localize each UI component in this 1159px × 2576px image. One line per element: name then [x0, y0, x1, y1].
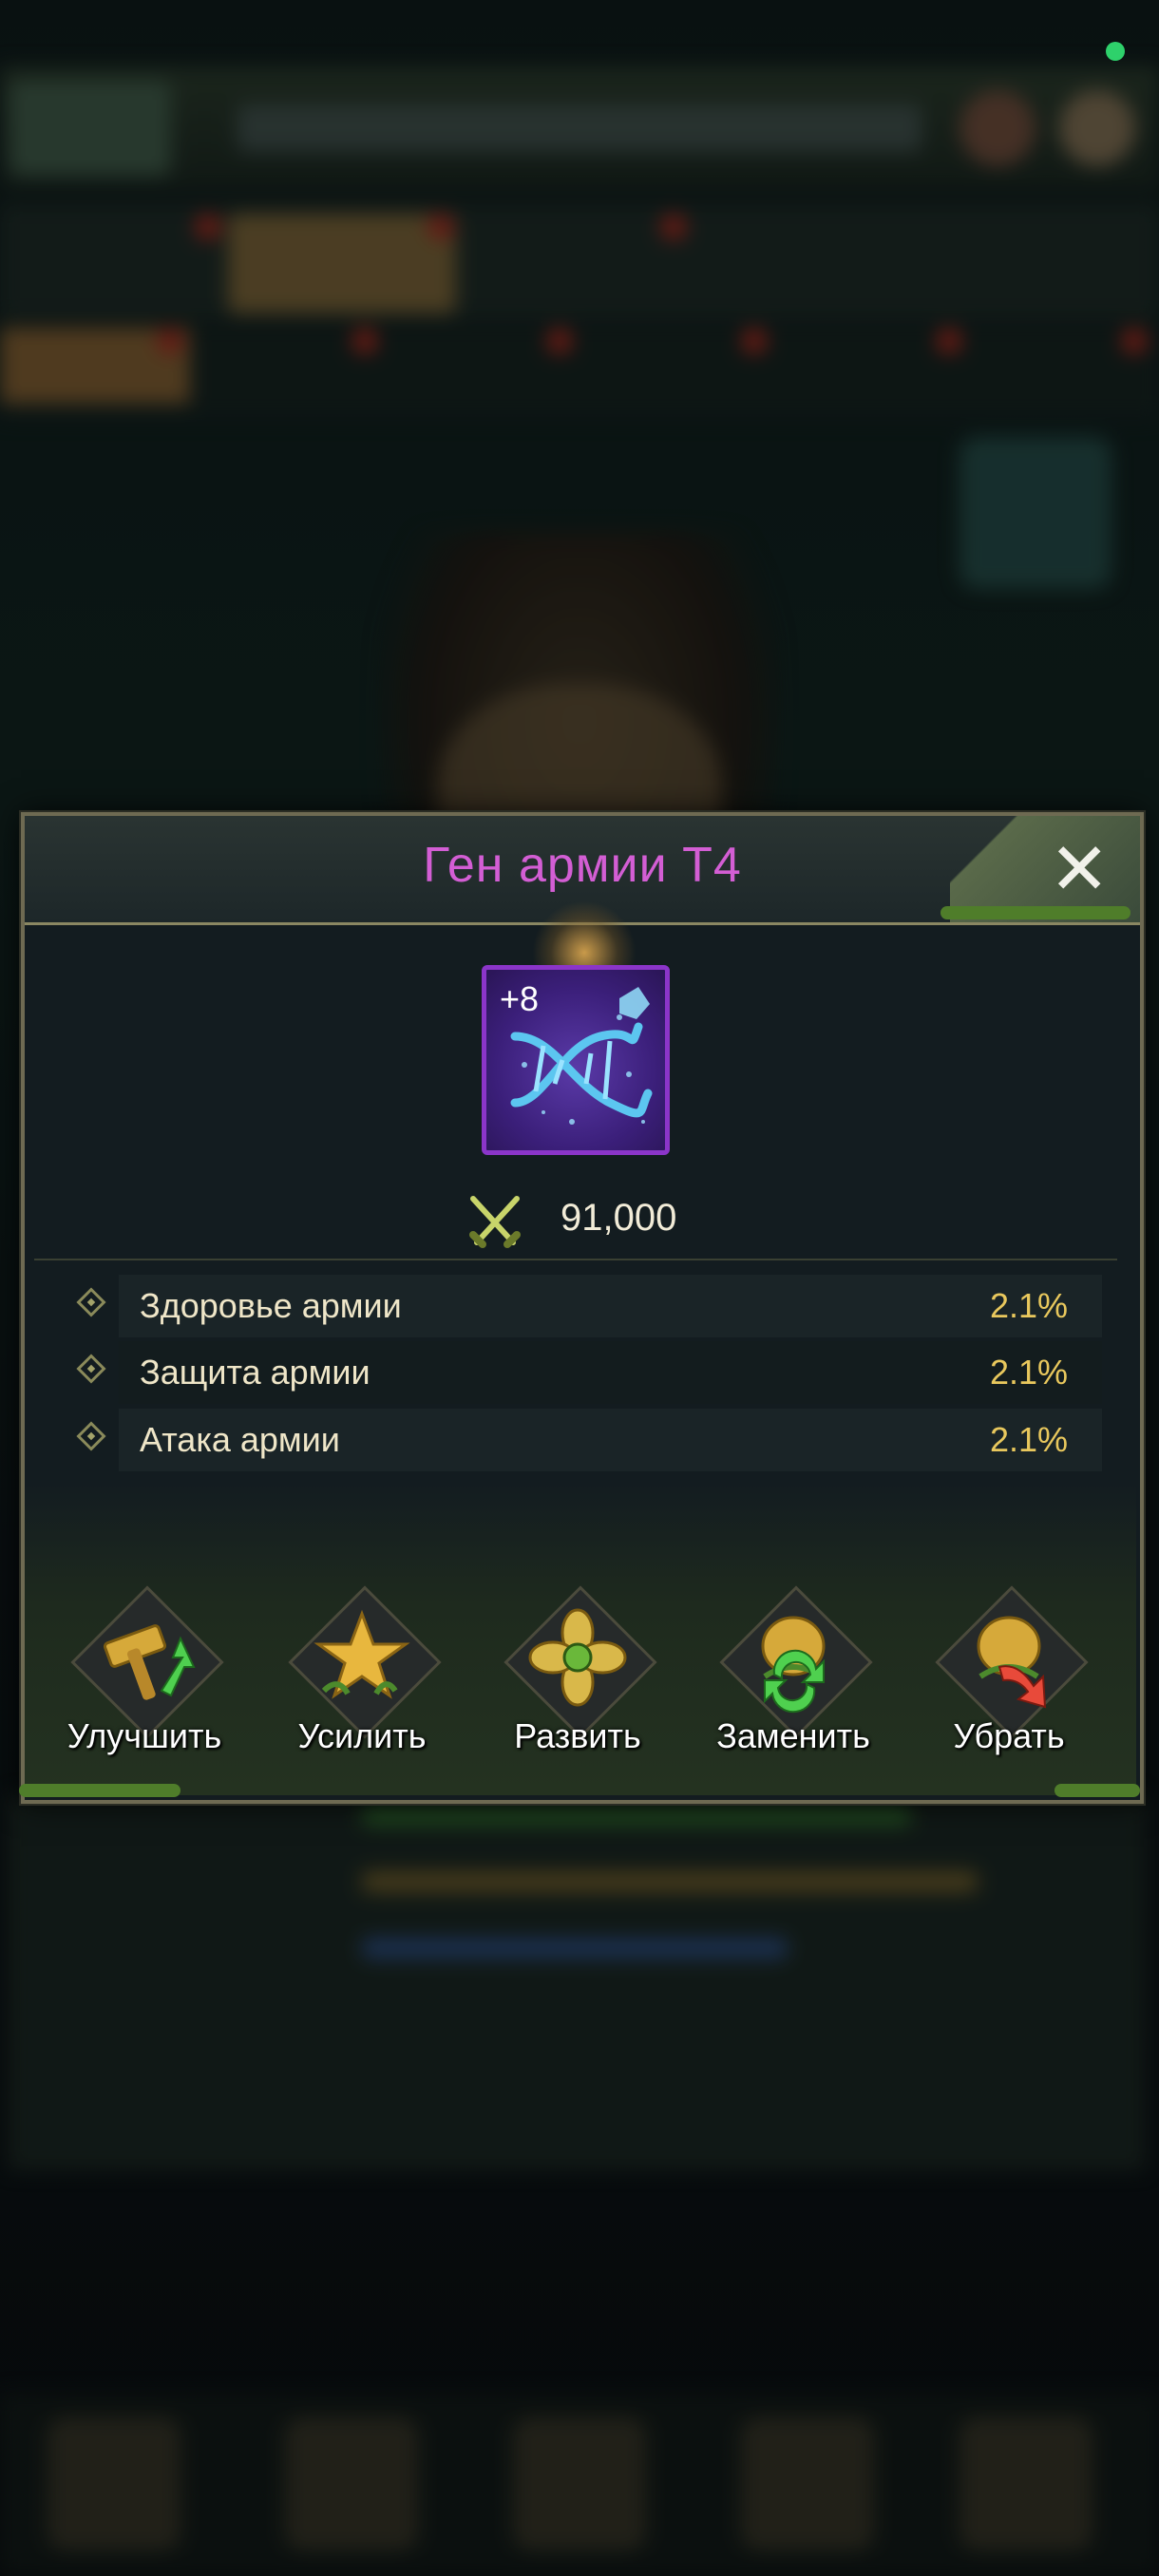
crossed-swords-icon	[469, 1196, 521, 1248]
item-level-badge: +8	[500, 979, 540, 1018]
remove-label: Убрать	[953, 1716, 1065, 1755]
vine-decoration	[19, 1784, 180, 1797]
gene-item-card[interactable]: +8	[482, 965, 670, 1155]
hammer-upgrade-icon	[103, 1624, 196, 1700]
divider	[34, 1259, 1117, 1260]
upgrade-button[interactable]: Улучшить	[49, 1585, 239, 1762]
power-value: 91,000	[560, 1197, 677, 1239]
remove-icon	[977, 1616, 1047, 1709]
stat-row: Защита армии 2.1%	[76, 1341, 1102, 1404]
star-icon	[314, 1609, 410, 1699]
swap-icon	[761, 1616, 826, 1714]
close-x-icon: ✕	[1049, 826, 1110, 911]
replace-button[interactable]: Заменить	[698, 1585, 888, 1762]
enhance-label: Усилить	[297, 1716, 427, 1755]
stat-value: 2.1%	[989, 1353, 1068, 1392]
evolve-button[interactable]: Развить	[483, 1585, 673, 1762]
stat-label: Здоровье армии	[140, 1286, 402, 1325]
replace-label: Заменить	[716, 1716, 870, 1755]
stat-label: Атака армии	[140, 1420, 340, 1459]
status-indicator-dot	[1106, 42, 1125, 61]
evolve-label: Развить	[514, 1716, 641, 1755]
flower-evolve-icon	[528, 1608, 627, 1707]
upgrade-label: Улучшить	[66, 1716, 222, 1755]
stat-value: 2.1%	[989, 1286, 1068, 1325]
stat-label: Защита армии	[140, 1353, 370, 1392]
remove-button[interactable]: Убрать	[914, 1585, 1104, 1762]
stat-value: 2.1%	[989, 1420, 1068, 1459]
vine-decoration	[1054, 1784, 1140, 1797]
stat-row: Атака армии 2.1%	[76, 1409, 1102, 1471]
stat-row: Здоровье армии 2.1%	[76, 1275, 1102, 1337]
vine-decoration	[940, 906, 1130, 919]
enhance-button[interactable]: Усилить	[267, 1585, 457, 1762]
